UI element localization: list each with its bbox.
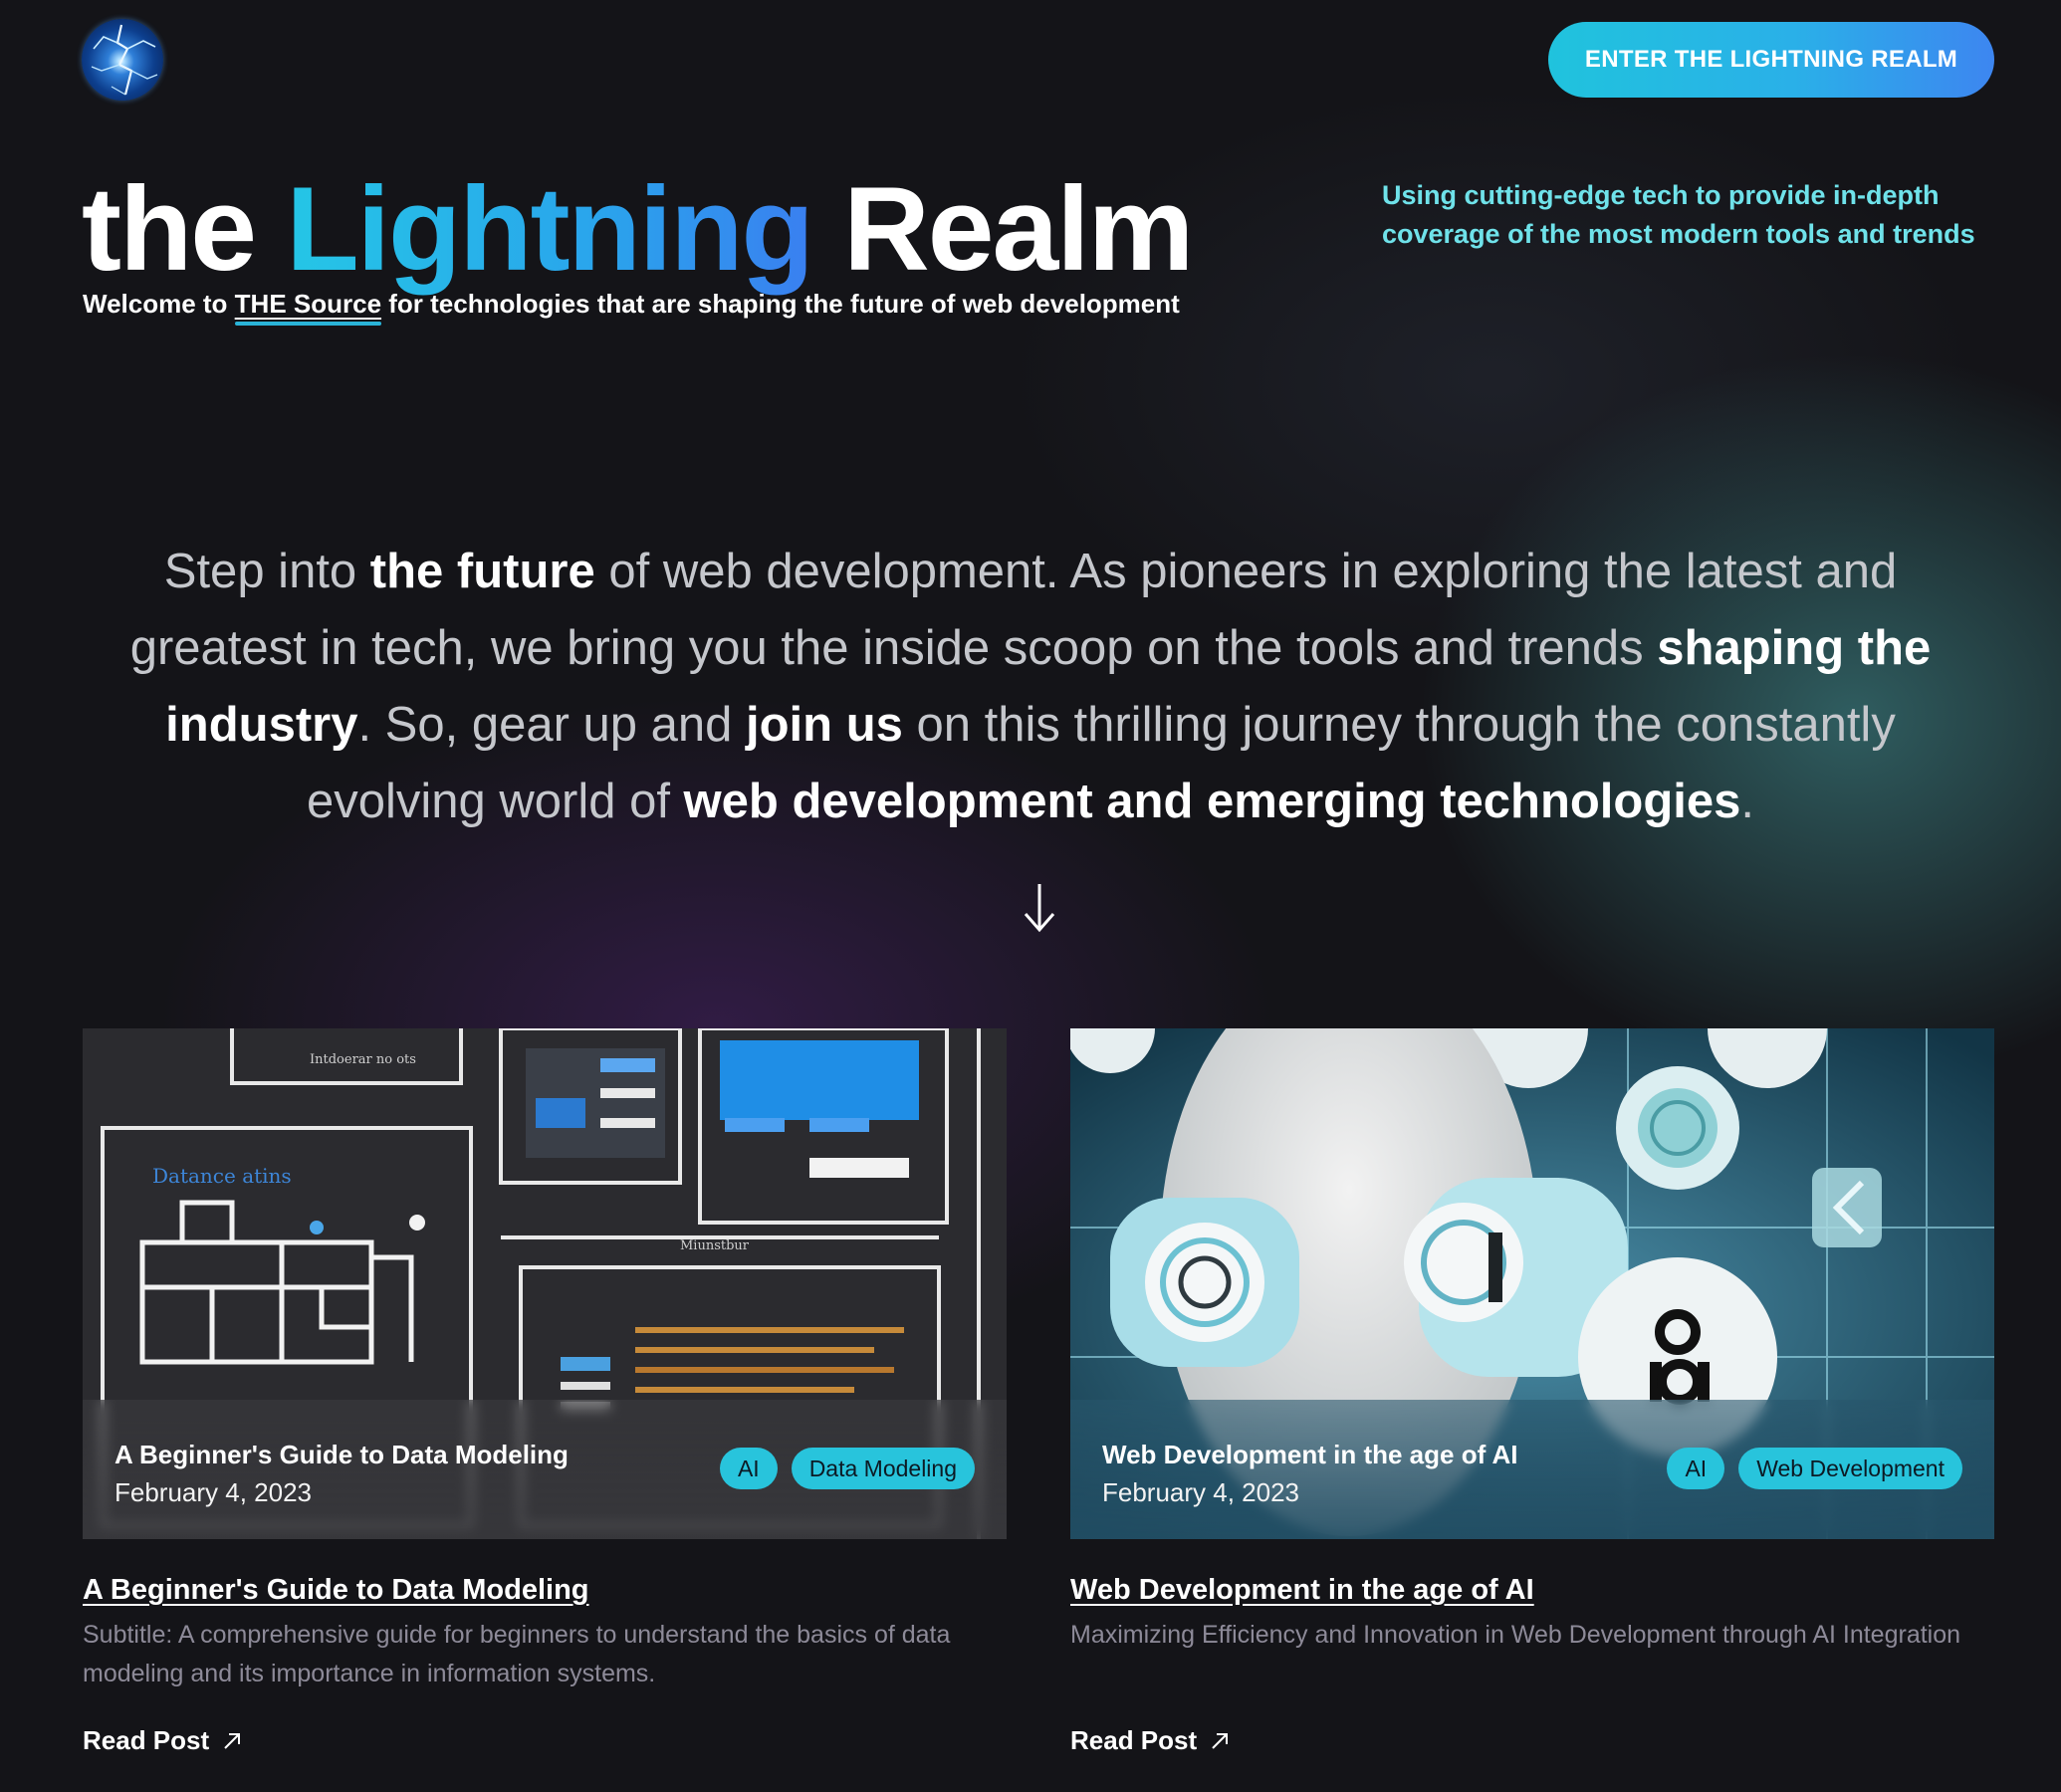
the-source-link[interactable]: THE Source	[234, 289, 382, 326]
post-date: February 4, 2023	[1102, 1477, 1300, 1507]
arrow-up-right-icon	[224, 1732, 241, 1749]
tag-web-development[interactable]: Web Development	[1738, 1448, 1962, 1489]
post-overlay: A Beginner's Guide to Data Modeling Febr…	[83, 1400, 1007, 1539]
intro-paragraph: Step into the future of web development.…	[129, 545, 1932, 828]
tag-data-modeling[interactable]: Data Modeling	[791, 1448, 975, 1489]
overlay-title: Web Development in the age of AI	[1102, 1440, 1518, 1469]
post-overlay: Web Development in the age of AI Februar…	[1070, 1400, 1994, 1539]
site-subtitle: Welcome to THE Source for technologies t…	[83, 289, 1180, 326]
arrow-down-icon[interactable]	[1018, 878, 1061, 938]
enter-realm-button[interactable]: ENTER THE LIGHTNING REALM	[1548, 22, 1994, 98]
post-date: February 4, 2023	[114, 1477, 313, 1507]
thumb-label-intdoerar: Intdoerar no ots	[310, 1052, 416, 1067]
site-tagline: Using cutting-edge tech to provide in-de…	[1382, 180, 1975, 249]
post-thumbnail-data-modeling[interactable]: Datance atins Miunstbur Intdoerar no ots…	[83, 1028, 1007, 1539]
lightning-bolt-icon	[91, 24, 158, 96]
arrow-up-right-icon	[1212, 1732, 1229, 1749]
post-card[interactable]: Datance atins Miunstbur Intdoerar no ots…	[83, 1028, 1007, 1755]
read-post-link[interactable]: Read Post	[1070, 1725, 1231, 1756]
post-card[interactable]: Web Development in the age of AI Februar…	[1070, 1028, 1994, 1755]
tag-list: AI Data Modeling	[719, 1448, 975, 1489]
post-subtitle: Subtitle: A comprehensive guide for begi…	[83, 1621, 951, 1687]
tag-ai[interactable]: AI	[1667, 1448, 1725, 1489]
overlay-title: A Beginner's Guide to Data Modeling	[114, 1440, 569, 1469]
site-title-accent: Lightning	[286, 162, 813, 296]
thumb-label-miunstbur: Miunstbur	[680, 1238, 750, 1253]
post-title-link[interactable]: Web Development in the age of AI	[1070, 1574, 1534, 1607]
post-title-link[interactable]: A Beginner's Guide to Data Modeling	[83, 1574, 589, 1607]
site-title: the Lightning Realm	[82, 162, 1194, 296]
thumb-label-datance: Datance atins	[152, 1164, 292, 1188]
lightning-orb-logo[interactable]	[82, 19, 163, 101]
post-subtitle: Maximizing Efficiency and Innovation in …	[1070, 1621, 1961, 1649]
post-thumbnail-ai[interactable]: Web Development in the age of AI Februar…	[1070, 1028, 1994, 1539]
tag-list: AI Web Development	[1667, 1448, 1962, 1489]
read-post-link[interactable]: Read Post	[83, 1725, 243, 1756]
tag-ai[interactable]: AI	[719, 1448, 778, 1489]
